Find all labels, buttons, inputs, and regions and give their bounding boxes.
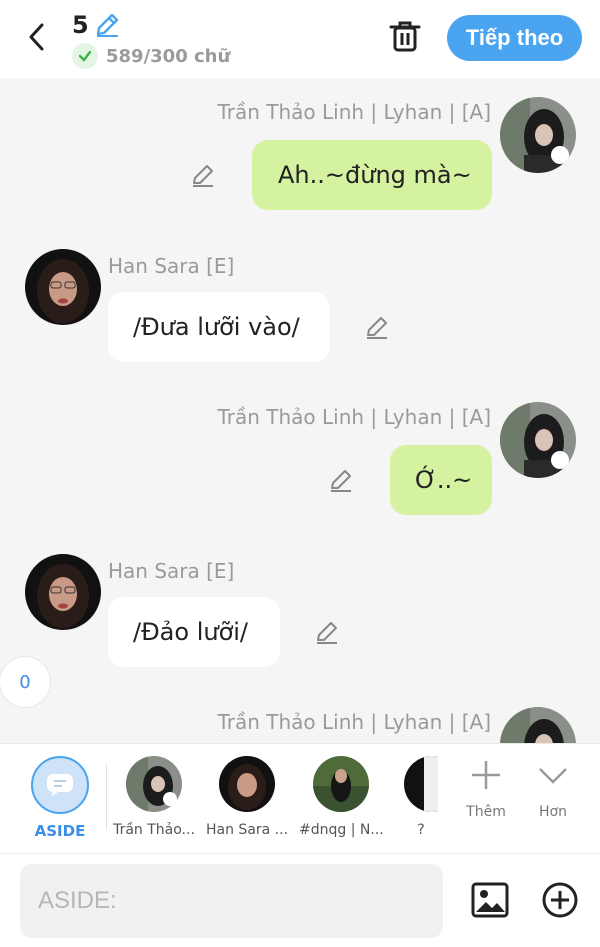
character-item[interactable]: ? xyxy=(404,756,438,838)
add-label: Thêm xyxy=(466,804,506,820)
character-label: #dnqg | N... xyxy=(299,822,384,838)
edit-message-button[interactable] xyxy=(328,467,354,493)
image-button[interactable] xyxy=(468,878,512,922)
message-input[interactable] xyxy=(20,864,443,938)
character-aside[interactable]: ASIDE xyxy=(30,756,90,840)
character-bar: ASIDE Trần Thảo... Han Sara ... #dnqg | … xyxy=(0,743,600,853)
avatar[interactable] xyxy=(500,97,576,173)
character-label: Han Sara ... xyxy=(206,822,289,838)
message-bubble[interactable]: Ớ..~ xyxy=(390,445,492,515)
page-title: 5 xyxy=(72,11,89,39)
character-item[interactable]: #dnqg | N... xyxy=(299,756,384,838)
sender-name: Han Sara [E] xyxy=(108,254,235,278)
chat-bubble-icon xyxy=(47,774,73,797)
edit-message-button[interactable] xyxy=(314,619,340,645)
plus-circle-icon xyxy=(542,882,578,918)
pencil-icon xyxy=(96,13,118,37)
chevron-left-icon xyxy=(29,23,44,51)
sender-name: Trần Thảo Linh | Lyhan | [A] xyxy=(217,710,491,734)
message-bubble[interactable]: Ah..~đừng mà~ xyxy=(252,140,492,210)
delete-button[interactable] xyxy=(386,17,424,55)
pencil-icon xyxy=(331,470,351,492)
pencil-icon xyxy=(367,317,387,339)
pencil-icon xyxy=(317,622,337,644)
avatar[interactable] xyxy=(500,402,576,478)
avatar xyxy=(219,756,275,812)
character-label: Trần Thảo... xyxy=(113,822,195,838)
title-area: 5 589/300 chữ xyxy=(72,10,230,69)
avatar xyxy=(126,756,182,812)
character-label: ? xyxy=(417,822,425,838)
chevron-down-icon xyxy=(539,768,567,784)
character-item[interactable]: Han Sara ... xyxy=(206,756,288,838)
sender-name: Trần Thảo Linh | Lyhan | [A] xyxy=(217,100,491,124)
message-bubble[interactable]: /Đưa lưỡi vào/ xyxy=(108,292,330,362)
side-counter-button[interactable]: 0 xyxy=(0,656,51,708)
input-bar xyxy=(0,853,600,947)
edit-message-button[interactable] xyxy=(364,314,390,340)
character-item[interactable]: Trần Thảo... xyxy=(113,756,195,838)
message-bubble[interactable]: /Đảo lưỡi/ xyxy=(108,597,280,667)
top-bar: 5 589/300 chữ Tiếp theo xyxy=(0,0,600,78)
word-count: 589/300 chữ xyxy=(106,45,231,67)
more-button[interactable]: Hơn xyxy=(523,758,583,820)
next-button[interactable]: Tiếp theo xyxy=(447,15,582,61)
divider xyxy=(106,764,107,830)
back-button[interactable] xyxy=(20,20,54,54)
more-label: Hơn xyxy=(539,804,567,820)
sender-name: Han Sara [E] xyxy=(108,559,235,583)
edit-title-button[interactable] xyxy=(93,11,121,39)
trash-icon xyxy=(389,21,421,52)
avatar xyxy=(404,756,438,812)
image-icon xyxy=(471,882,509,918)
avatar[interactable] xyxy=(25,249,101,325)
add-attachment-button[interactable] xyxy=(538,878,582,922)
sender-name: Trần Thảo Linh | Lyhan | [A] xyxy=(217,405,491,429)
character-label: ASIDE xyxy=(34,822,86,840)
avatar xyxy=(313,756,369,812)
check-icon xyxy=(72,43,98,69)
add-character-button[interactable]: Thêm xyxy=(456,758,516,820)
avatar[interactable] xyxy=(25,554,101,630)
aside-avatar xyxy=(31,756,89,814)
pencil-icon xyxy=(193,165,213,187)
edit-message-button[interactable] xyxy=(190,162,216,188)
plus-icon xyxy=(472,761,500,789)
